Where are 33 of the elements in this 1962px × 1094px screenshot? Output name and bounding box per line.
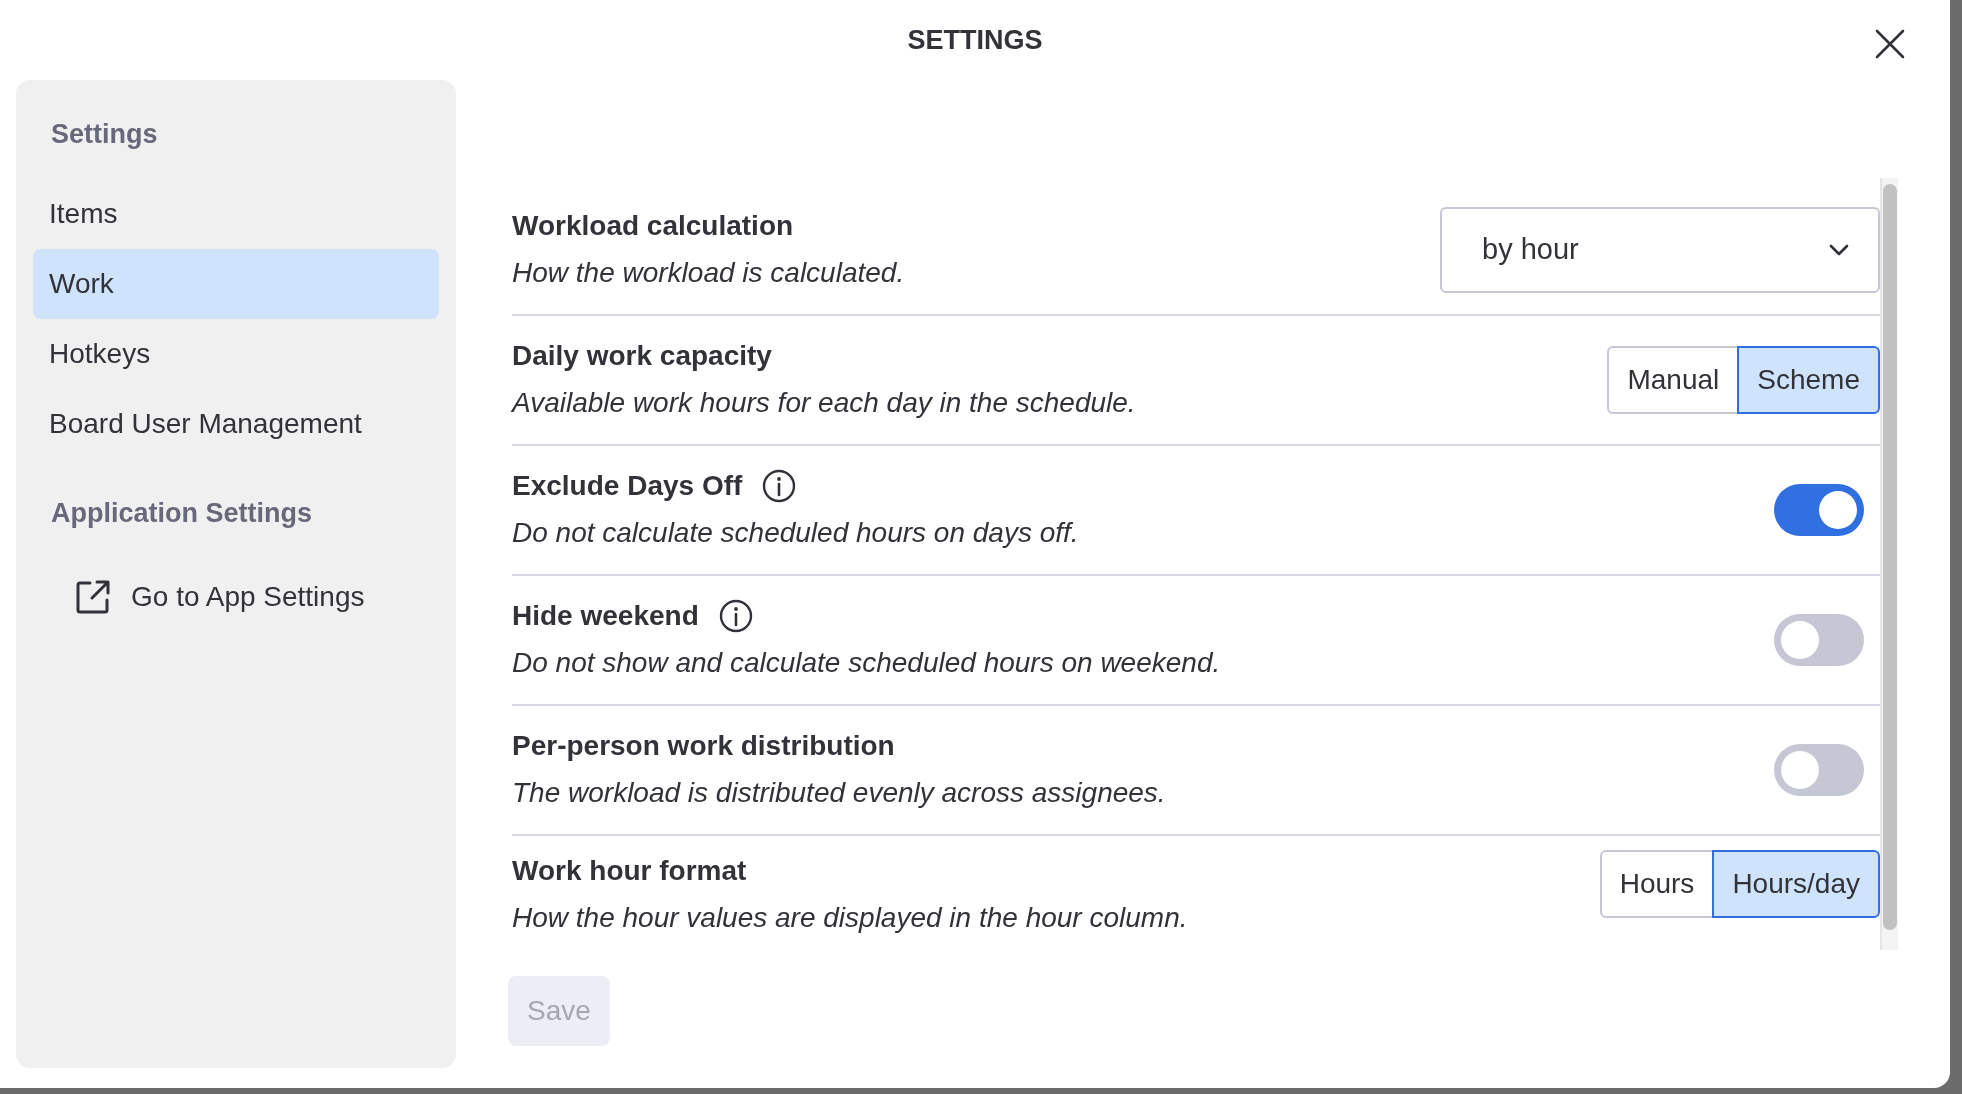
toggle-switch[interactable] <box>1774 614 1864 666</box>
setting-description: How the workload is calculated. <box>512 255 906 290</box>
section-heading: Application Settings <box>50 496 313 530</box>
sidebar-item[interactable]: Hotkeys <box>33 318 439 389</box>
dialog-title: SETTINGS <box>907 23 1043 57</box>
setting-title: Hide weekend <box>512 598 699 633</box>
setting-description: The workload is distributed evenly across assignees. <box>512 775 1167 810</box>
sidebar-item[interactable]: Work <box>33 248 439 319</box>
setting-title: Exclude Days Off <box>512 468 743 503</box>
toggle-switch[interactable] <box>1774 744 1864 796</box>
toggle-switch[interactable] <box>1774 484 1864 536</box>
setting-title: Daily work capacity <box>512 338 772 373</box>
setting-title: Work hour format <box>512 854 747 888</box>
section-heading: Settings <box>50 118 159 151</box>
segment-option[interactable]: Scheme <box>1737 346 1880 414</box>
segment-option[interactable]: Manual <box>1607 346 1740 414</box>
sidebar-item[interactable]: Board User Management <box>33 388 439 459</box>
scrollbar[interactable] <box>1880 178 1898 950</box>
setting-title: Per-person work distribution <box>512 728 895 763</box>
setting-description: Do not show and calculate scheduled hours on weekend. <box>512 645 1222 680</box>
info-icon[interactable] <box>718 598 753 633</box>
setting-description: How the hour values are displayed in the hour column. <box>512 901 1189 935</box>
external-link-icon <box>75 579 111 615</box>
segment-option[interactable]: Hours <box>1599 850 1715 918</box>
workload-dropdown[interactable]: by hour <box>1440 207 1880 293</box>
sidebar-item[interactable]: Items <box>33 178 439 249</box>
setting-description: Do not calculate scheduled hours on days off. <box>512 515 1080 550</box>
info-icon[interactable] <box>762 468 797 503</box>
segment-option[interactable]: Hours/day <box>1712 850 1880 918</box>
sidebar-item[interactable]: Go to App Settings <box>33 557 439 637</box>
setting-description: Available work hours for each day in the schedule. <box>512 385 1137 420</box>
chevron-down-icon <box>1828 243 1850 257</box>
setting-title: Workload calculation <box>512 208 794 243</box>
